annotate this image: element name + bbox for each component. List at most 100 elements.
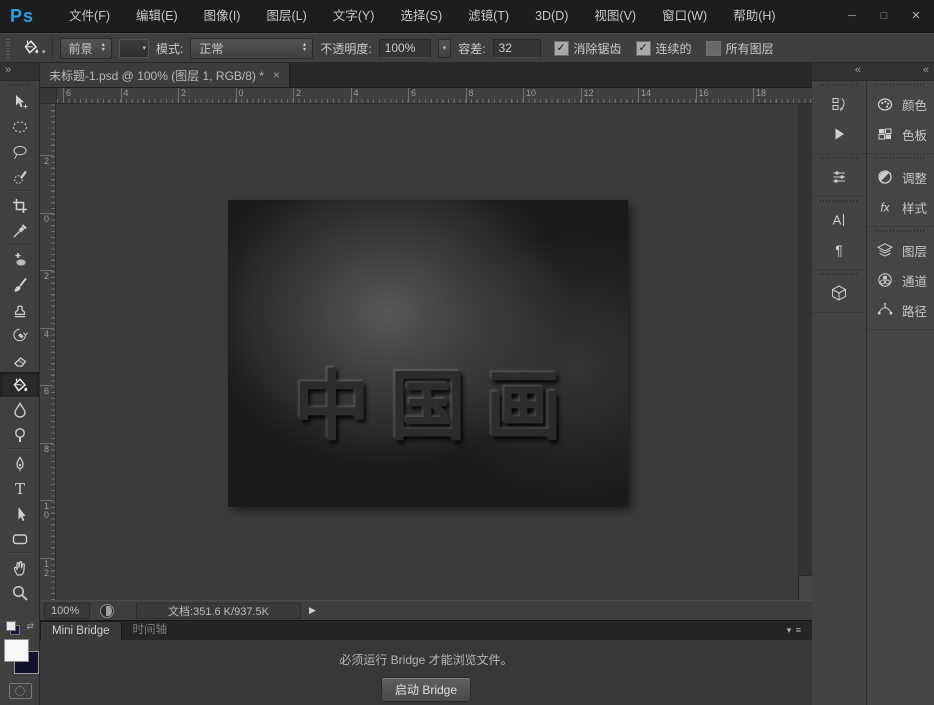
panel-group-grip[interactable] (875, 84, 926, 86)
tools-panel-expand-button[interactable]: » (0, 63, 39, 81)
tools-panel-grip[interactable] (8, 84, 31, 86)
menu-item[interactable]: 视图(V) (581, 0, 649, 32)
clone-stamp-tool[interactable] (0, 297, 39, 322)
panel-tab-styles[interactable]: fx样式 (867, 192, 934, 222)
opacity-dropdown-button[interactable]: ▾ (438, 39, 452, 58)
tool-group-separator (7, 190, 32, 192)
properties-panel-button[interactable] (812, 162, 866, 192)
panel-group-grip[interactable] (820, 273, 858, 275)
menu-item[interactable]: 编辑(E) (123, 0, 191, 32)
status-profile-icon[interactable] (100, 604, 114, 618)
dodge-tool[interactable] (0, 422, 39, 447)
checkbox-连续的[interactable]: ✓连续的 (636, 40, 692, 57)
opacity-label: 不透明度: (320, 40, 371, 57)
path-selection-tool[interactable] (0, 501, 39, 526)
brush-tool[interactable] (0, 272, 39, 297)
pattern-picker[interactable]: ▾ (119, 39, 149, 58)
checkbox-icon[interactable]: ✓ (554, 41, 569, 56)
checkbox-icon[interactable] (706, 41, 721, 56)
zoom-tool[interactable] (0, 580, 39, 605)
menu-item[interactable]: 选择(S) (387, 0, 455, 32)
menu-item[interactable]: 帮助(H) (720, 0, 788, 32)
status-flyout-icon[interactable]: ▶ (309, 605, 316, 616)
history-brush-tool[interactable] (0, 322, 39, 347)
panel-group-grip[interactable] (820, 84, 858, 86)
tool-preset-picker[interactable]: ▾ (20, 37, 53, 59)
checkbox-所有图层[interactable]: 所有图层 (706, 40, 774, 57)
panel-group-grip[interactable] (820, 157, 858, 159)
options-bar-grip[interactable] (6, 38, 10, 58)
eyedropper-tool[interactable] (0, 218, 39, 243)
panel-tab-color[interactable]: 颜色 (867, 89, 934, 119)
document-size-info: 文档:351.6 K/937.5K (136, 603, 301, 619)
fill-source-select[interactable]: 前景 ▲▼ (60, 38, 112, 59)
close-icon[interactable]: × (273, 68, 280, 82)
panel-menu-icon[interactable]: ▾ ≡ (787, 625, 802, 636)
photoshop-window: Ps 文件(F)编辑(E)图像(I)图层(L)文字(Y)选择(S)滤镜(T)3D… (0, 0, 934, 705)
menu-item[interactable]: 图像(I) (191, 0, 254, 32)
pasteboard[interactable]: 中国画 (56, 104, 798, 600)
dock-collapse-button[interactable]: « (867, 63, 934, 81)
type-tool[interactable]: T (0, 476, 39, 501)
blend-mode-select[interactable]: 正常 ▲▼ (190, 38, 313, 59)
panel-tab-adjustments[interactable]: 调整 (867, 162, 934, 192)
bottom-tab-mini-bridge[interactable]: Mini Bridge (40, 621, 122, 640)
blur-tool[interactable] (0, 397, 39, 422)
hand-tool[interactable] (0, 555, 39, 580)
vertical-scrollbar[interactable] (798, 104, 812, 600)
ruler-origin-corner[interactable] (40, 88, 57, 103)
menu-item[interactable]: 3D(D) (522, 0, 581, 32)
panel-tab-swatches[interactable]: 色板 (867, 119, 934, 149)
paragraph-panel-button[interactable]: ¶ (812, 235, 866, 265)
close-button[interactable]: ✕ (902, 6, 930, 26)
swap-colors-icon[interactable]: ⇄ (26, 621, 34, 631)
panel-group-grip[interactable] (820, 200, 858, 202)
menu-item[interactable]: 滤镜(T) (455, 0, 522, 32)
foreground-color-swatch[interactable] (4, 639, 29, 662)
menu-item[interactable]: 窗口(W) (649, 0, 720, 32)
document-tab[interactable]: 未标题-1.psd @ 100% (图层 1, RGB/8) * × (40, 63, 290, 87)
blend-mode-value: 正常 (199, 40, 223, 57)
maximize-button[interactable]: □ (870, 6, 898, 26)
launch-bridge-button[interactable]: 启动 Bridge (381, 677, 471, 702)
canvas-image[interactable]: 中国画 (228, 200, 628, 507)
vertical-ruler[interactable]: 2024681 01 2 (40, 104, 56, 600)
panel-tab-channels[interactable]: 通道 (867, 265, 934, 295)
actions-panel-button[interactable] (812, 119, 866, 149)
minimize-button[interactable]: ─ (838, 6, 866, 26)
quick-mask-button[interactable] (9, 683, 32, 699)
spot-healing-brush-tool[interactable] (0, 247, 39, 272)
horizontal-ruler[interactable]: 642024681012141618 (57, 88, 812, 103)
rounded-rectangle-tool[interactable] (0, 526, 39, 551)
dock-collapse-button[interactable]: « (812, 63, 866, 81)
panel-tab-paths[interactable]: 路径 (867, 295, 934, 325)
crop-tool[interactable] (0, 193, 39, 218)
opacity-input[interactable]: 100% (379, 39, 431, 58)
history-panel-button[interactable] (812, 89, 866, 119)
checkbox-消除锯齿[interactable]: ✓消除锯齿 (554, 40, 622, 57)
panel-group-grip[interactable] (875, 230, 926, 232)
panel-group-grip[interactable] (875, 157, 926, 159)
menu-item[interactable]: 文字(Y) (320, 0, 388, 32)
zoom-level-input[interactable]: 100% (44, 603, 90, 619)
paint-bucket-tool[interactable] (0, 372, 39, 397)
eraser-tool[interactable] (0, 347, 39, 372)
panel-tab-layers[interactable]: 图层 (867, 235, 934, 265)
character-panel-button[interactable]: A (812, 205, 866, 235)
ruler-tick-label: 8 (40, 443, 53, 454)
menu-item[interactable]: 文件(F) (56, 0, 123, 32)
threed-panel-button[interactable] (812, 278, 866, 308)
checkbox-icon[interactable]: ✓ (636, 41, 651, 56)
ruler-tick-label: 4 (121, 88, 129, 103)
ruler-tick-label: 8 (466, 88, 474, 103)
move-tool[interactable] (0, 89, 39, 114)
lasso-tool[interactable] (0, 139, 39, 164)
tolerance-input[interactable]: 32 (493, 39, 541, 58)
elliptical-marquee-tool[interactable] (0, 114, 39, 139)
menu-item[interactable]: 图层(L) (253, 0, 319, 32)
pen-tool[interactable] (0, 451, 39, 476)
quick-selection-tool[interactable] (0, 164, 39, 189)
default-colors-icon[interactable] (6, 621, 16, 631)
fill-source-value: 前景 (69, 40, 93, 57)
bottom-tab-时间轴[interactable]: 时间轴 (122, 621, 179, 640)
